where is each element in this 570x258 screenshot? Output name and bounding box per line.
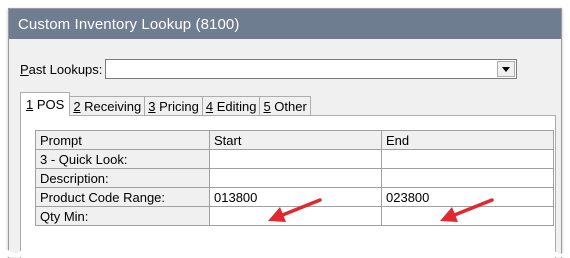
row-start-cell[interactable] [209, 168, 382, 188]
tab-strip: 1 POS 2 Receiving 3 Pricing 4 Editing 5 … [20, 92, 311, 116]
tab-receiving[interactable]: 2 Receiving [69, 96, 146, 116]
row-prompt: Qty Min: [35, 206, 210, 226]
grid-row: 3 - Quick Look: [35, 149, 554, 169]
row-prompt: Description: [35, 168, 210, 188]
row-prompt: Product Code Range: [35, 187, 210, 207]
tab-pricing[interactable]: 3 Pricing [144, 96, 203, 116]
torn-edge [0, 249, 570, 257]
tab-editing[interactable]: 4 Editing [201, 96, 261, 116]
annotation-arrow-end [440, 198, 494, 222]
grid-header-row: Prompt Start End [35, 130, 554, 150]
past-lookups-label: Past Lookups: [20, 61, 103, 77]
window-title: Custom Inventory Lookup (8100) [18, 15, 240, 33]
tab-pos[interactable]: 1 POS [20, 92, 71, 116]
header-start: Start [209, 130, 382, 150]
pos-tab-panel: Prompt Start End 3 - Quick Look: Descrip… [20, 115, 556, 258]
past-lookups-dropdown[interactable] [105, 59, 518, 79]
row-end-cell[interactable] [381, 168, 554, 188]
dropdown-button[interactable] [497, 61, 516, 77]
row-prompt: 3 - Quick Look: [35, 149, 210, 169]
header-end: End [381, 130, 554, 150]
row-end-cell[interactable] [381, 149, 554, 169]
grid-row: Description: [35, 168, 554, 188]
tab-other[interactable]: 5 Other [259, 96, 311, 116]
chevron-down-icon [502, 66, 511, 72]
annotation-arrow-start [268, 198, 322, 222]
header-prompt: Prompt [35, 130, 210, 150]
row-start-cell[interactable] [209, 149, 382, 169]
past-lookups-row: Past Lookups: [20, 59, 518, 79]
title-bar[interactable]: Custom Inventory Lookup (8100) [9, 9, 561, 39]
